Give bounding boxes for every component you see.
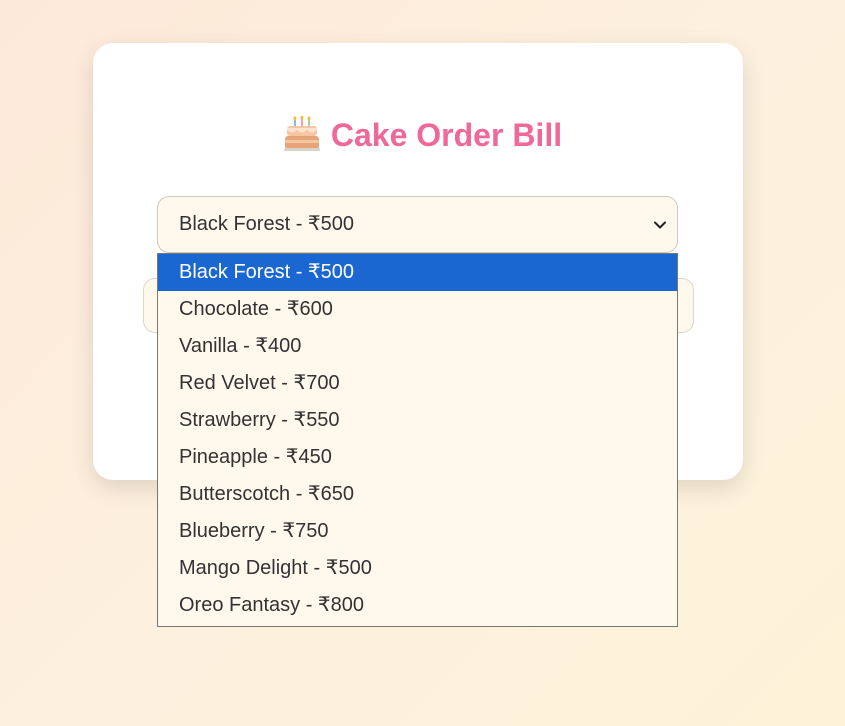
page-title-text: Cake Order Bill: [330, 117, 563, 153]
chevron-down-icon: [654, 221, 666, 229]
cake-select-value: Black Forest - ₹500: [179, 213, 355, 235]
option-vanilla[interactable]: Vanilla - ₹400: [158, 328, 677, 365]
option-butterscotch[interactable]: Butterscotch - ₹650: [158, 476, 677, 513]
option-chocolate[interactable]: Chocolate - ₹600: [158, 291, 677, 328]
option-red-velvet[interactable]: Red Velvet - ₹700: [158, 365, 677, 402]
option-black-forest[interactable]: Black Forest - ₹500: [158, 254, 677, 291]
option-pineapple[interactable]: Pineapple - ₹450: [158, 439, 677, 476]
page-title: Cake Order Bill: [0, 113, 845, 157]
option-oreo-fantasy[interactable]: Oreo Fantasy - ₹800: [158, 587, 677, 624]
option-strawberry[interactable]: Strawberry - ₹550: [158, 402, 677, 439]
option-blueberry[interactable]: Blueberry - ₹750: [158, 513, 677, 550]
cake-icon: [283, 115, 321, 152]
cake-select[interactable]: Black Forest - ₹500: [157, 196, 678, 253]
cake-options-list[interactable]: Black Forest - ₹500 Chocolate - ₹600 Van…: [157, 253, 678, 627]
option-mango-delight[interactable]: Mango Delight - ₹500: [158, 550, 677, 587]
